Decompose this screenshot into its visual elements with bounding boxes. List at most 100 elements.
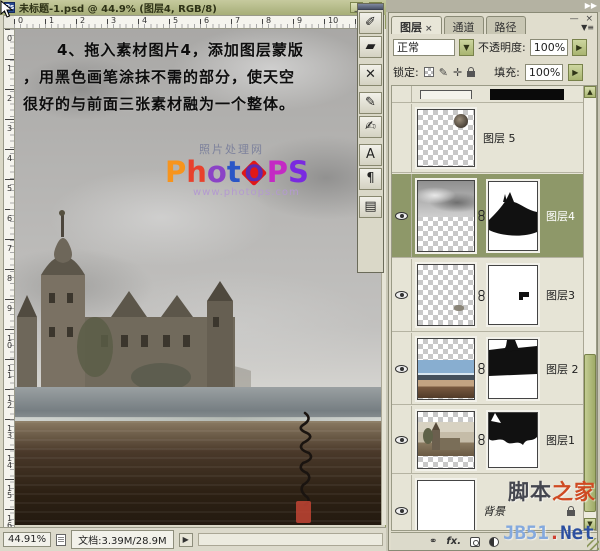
layer-name[interactable]: 图层4 <box>546 208 575 224</box>
layer4-mask-thumbnail[interactable] <box>488 181 538 251</box>
tab-close-icon[interactable]: × <box>425 24 433 34</box>
tab-layers[interactable]: 图层× <box>391 16 442 34</box>
layer-row-4[interactable]: 图层4 <box>392 174 585 258</box>
v-ruler-number: 0 <box>5 34 14 41</box>
eye-icon <box>395 212 408 220</box>
v-ruler-number: 4 <box>5 154 14 161</box>
layer1-thumbnail[interactable] <box>417 411 475 469</box>
layer-name[interactable]: 图层3 <box>546 287 575 303</box>
fill-input[interactable]: 100% <box>525 64 563 81</box>
document-canvas[interactable]: 4、拖入素材图片4，添加图层蒙版 ，用黑色画笔涂抹不需的部分，使天空 很好的与前… <box>15 29 381 525</box>
lock-position-icon[interactable]: ✛ <box>453 66 462 79</box>
visibility-toggle[interactable] <box>392 406 412 473</box>
tab-paths[interactable]: 路径 <box>486 16 526 34</box>
layer-name[interactable]: 图层 2 <box>546 361 579 377</box>
v-ruler-number: 7 <box>5 244 14 251</box>
blend-mode-dropdown-icon[interactable]: ▼ <box>459 39 474 56</box>
layers-scrollbar[interactable]: ▲ ▼ <box>583 86 596 530</box>
palette-menu-button[interactable]: ▼≡ <box>581 23 594 32</box>
h-ruler-number: 10 <box>328 16 338 25</box>
v-ruler-number: 16 <box>5 514 14 528</box>
document-title: 未标题-1.psd @ 44.9% (图层4, RGB/8) <box>19 0 217 15</box>
clone-stamp-tool-button[interactable]: ✍ <box>359 116 382 138</box>
tutorial-text-line2: ，用黑色画笔涂抹不需的部分，使天空 <box>23 64 375 91</box>
mask-link-icon[interactable] <box>475 430 488 449</box>
document-horizontal-scrollbar[interactable] <box>198 533 383 546</box>
type-tool-button[interactable]: A <box>359 144 382 166</box>
watermark-jb51: JB51 <box>503 522 549 544</box>
layer4-thumbnail[interactable] <box>417 180 475 252</box>
layer2-mask-thumbnail[interactable] <box>488 339 538 399</box>
lock-transparency-icon[interactable] <box>424 67 434 77</box>
paragraph-tool-button[interactable]: ¶ <box>359 168 382 190</box>
tutorial-text-line1: 4、拖入素材图片4，添加图层蒙版 <box>23 37 375 64</box>
layer-name[interactable]: 图层1 <box>546 432 575 448</box>
layer-style-icon[interactable]: fx. <box>446 536 461 547</box>
dock-collapse-button[interactable]: ▶▶ <box>386 0 600 12</box>
zoom-level[interactable]: 44.91% <box>3 532 51 547</box>
watermark-part2: 之家 <box>552 480 596 504</box>
link-layers-icon[interactable]: ⚭ <box>429 536 437 547</box>
tab-channels[interactable]: 通道 <box>444 16 484 34</box>
eraser-tool-button[interactable]: ▰ <box>359 36 382 58</box>
logo-letter: h <box>186 157 207 187</box>
background-thumbnail[interactable] <box>417 480 475 532</box>
mask-link-icon[interactable] <box>475 206 488 225</box>
visibility-toggle[interactable] <box>392 475 412 531</box>
layer1-mask-thumbnail[interactable] <box>488 412 538 468</box>
v-ruler-number: 11 <box>5 364 14 378</box>
layer2-content <box>418 360 474 398</box>
visibility-toggle[interactable] <box>392 104 412 172</box>
history-brush-tool-button[interactable]: ✐ <box>359 12 382 34</box>
logo-letter: P <box>267 157 288 187</box>
adjustment-layer-icon[interactable] <box>489 537 499 547</box>
layer5-thumbnail[interactable] <box>417 109 475 167</box>
layer-row-2[interactable]: 图层 2 <box>392 333 585 405</box>
layer3-mask-thumbnail[interactable] <box>488 265 538 325</box>
mask-link-icon[interactable] <box>475 359 488 378</box>
layer-row-1[interactable]: 图层1 <box>392 406 585 474</box>
scroll-up-icon[interactable]: ▲ <box>584 86 596 98</box>
h-ruler-number: 6 <box>204 16 209 25</box>
mouse-cursor <box>0 0 14 18</box>
opacity-input[interactable]: 100% <box>530 39 568 56</box>
layer3-content <box>454 305 464 311</box>
mask-link-icon[interactable] <box>475 286 488 305</box>
layer-row-3[interactable]: 图层3 <box>392 259 585 332</box>
blend-mode-select[interactable]: 正常 <box>393 39 455 56</box>
status-flyout-button[interactable]: ▶ <box>179 533 193 547</box>
brush-tool-button[interactable]: ✎ <box>359 92 382 114</box>
fill-slider-icon[interactable]: ▶ <box>568 64 583 81</box>
toolbox-palette: ✐▰ ✕ ✎✍ A¶ ▤ <box>357 3 384 273</box>
layer3-thumbnail[interactable] <box>417 264 475 326</box>
document-titlebar[interactable]: Ps 未标题-1.psd @ 44.9% (图层4, RGB/8) _ □ <box>0 0 386 15</box>
layer-row-clipped[interactable] <box>392 86 585 103</box>
visibility-toggle[interactable] <box>392 174 412 257</box>
layer4-content <box>418 181 474 217</box>
layer-row-5[interactable]: 图层 5 <box>392 104 585 173</box>
add-mask-icon[interactable] <box>470 537 480 547</box>
h-ruler-number: 3 <box>111 16 116 25</box>
layer2-thumbnail[interactable] <box>417 338 475 400</box>
clipped-mask-thumbnail <box>490 89 564 100</box>
v-ruler-number: 2 <box>5 94 14 101</box>
status-bar: 44.91% 文档:3.39M/28.9M ▶ <box>0 527 386 551</box>
notes-tool-button[interactable]: ▤ <box>359 196 382 218</box>
visibility-toggle[interactable] <box>392 333 412 404</box>
lock-pixels-icon[interactable]: ✎ <box>439 66 448 79</box>
horizontal-ruler[interactable]: 012345678910 <box>14 15 382 29</box>
watermark-dot: . <box>549 522 560 544</box>
layer-name[interactable]: 背景 <box>483 503 505 519</box>
palette-minimize-button[interactable]: — <box>570 14 581 24</box>
layer-name[interactable]: 图层 5 <box>483 130 516 146</box>
slice-tool-button[interactable]: ✕ <box>359 64 382 86</box>
watermark-part1: 脚本 <box>508 480 552 504</box>
visibility-toggle[interactable] <box>392 259 412 331</box>
opacity-slider-icon[interactable]: ▶ <box>572 39 587 56</box>
v-ruler-number: 5 <box>5 184 14 191</box>
toolbox-grip[interactable] <box>358 4 383 10</box>
logo-letter: o <box>207 157 227 187</box>
v-ruler-number: 6 <box>5 214 14 221</box>
lock-all-icon[interactable] <box>467 71 475 77</box>
vertical-ruler[interactable]: 012345678910111213141516 <box>3 28 15 528</box>
